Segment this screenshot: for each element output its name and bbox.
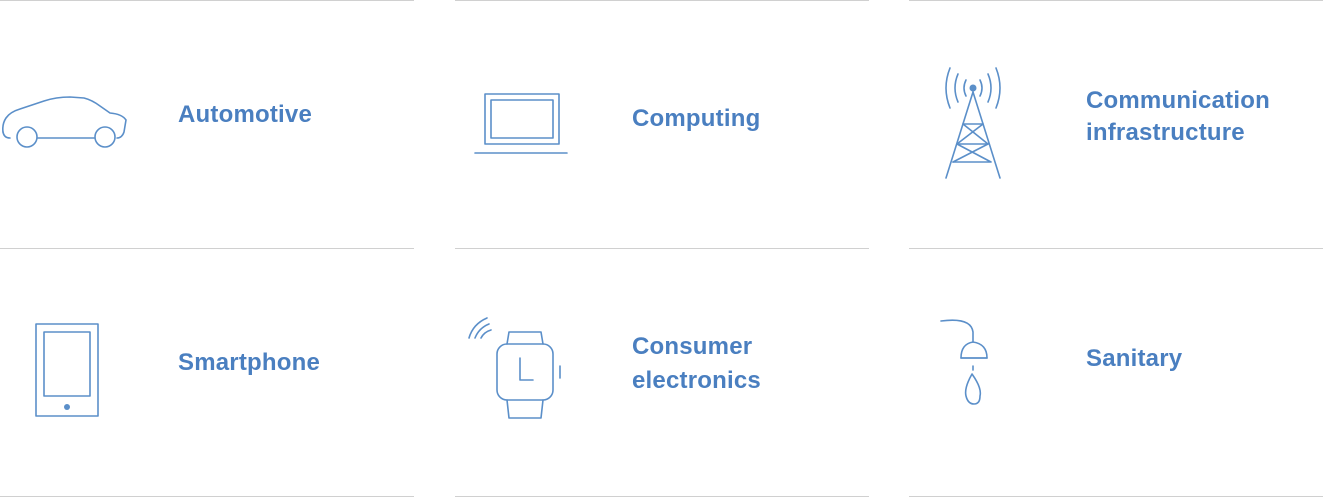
smartwatch-icon <box>468 317 561 419</box>
laptop-icon <box>474 93 568 154</box>
industry-label: Smartphone <box>178 349 321 376</box>
industry-label-line2: infrastructure <box>1086 119 1245 146</box>
industry-label: Computing <box>632 105 761 132</box>
industry-label-line2: electronics <box>632 367 761 394</box>
industry-tile-computing[interactable]: Computing <box>455 0 869 248</box>
industry-tile-communication-infrastructure[interactable]: Communication infrastructure <box>909 0 1323 248</box>
divider <box>909 248 1323 249</box>
radio-tower-icon <box>945 67 1001 179</box>
faucet-drop-icon <box>940 319 988 405</box>
car-icon <box>2 96 127 148</box>
divider <box>455 248 869 249</box>
industry-tile-sanitary[interactable]: Sanitary <box>909 248 1323 497</box>
industry-label: Sanitary <box>1086 345 1183 372</box>
industry-tile-smartphone[interactable]: Smartphone <box>0 248 414 497</box>
divider <box>455 0 869 1</box>
smartphone-icon <box>35 323 99 417</box>
divider <box>0 248 414 249</box>
industry-label: Automotive <box>178 101 312 128</box>
divider <box>909 0 1323 1</box>
industry-tile-automotive[interactable]: Automotive <box>0 0 414 248</box>
divider <box>0 0 414 1</box>
industry-label-line1: Communication <box>1086 87 1270 114</box>
industry-grid: Automotive Computing Communication infra… <box>0 0 1324 497</box>
industry-tile-consumer-electronics[interactable]: Consumer electronics <box>455 248 869 497</box>
industry-label-line1: Consumer <box>632 333 753 360</box>
